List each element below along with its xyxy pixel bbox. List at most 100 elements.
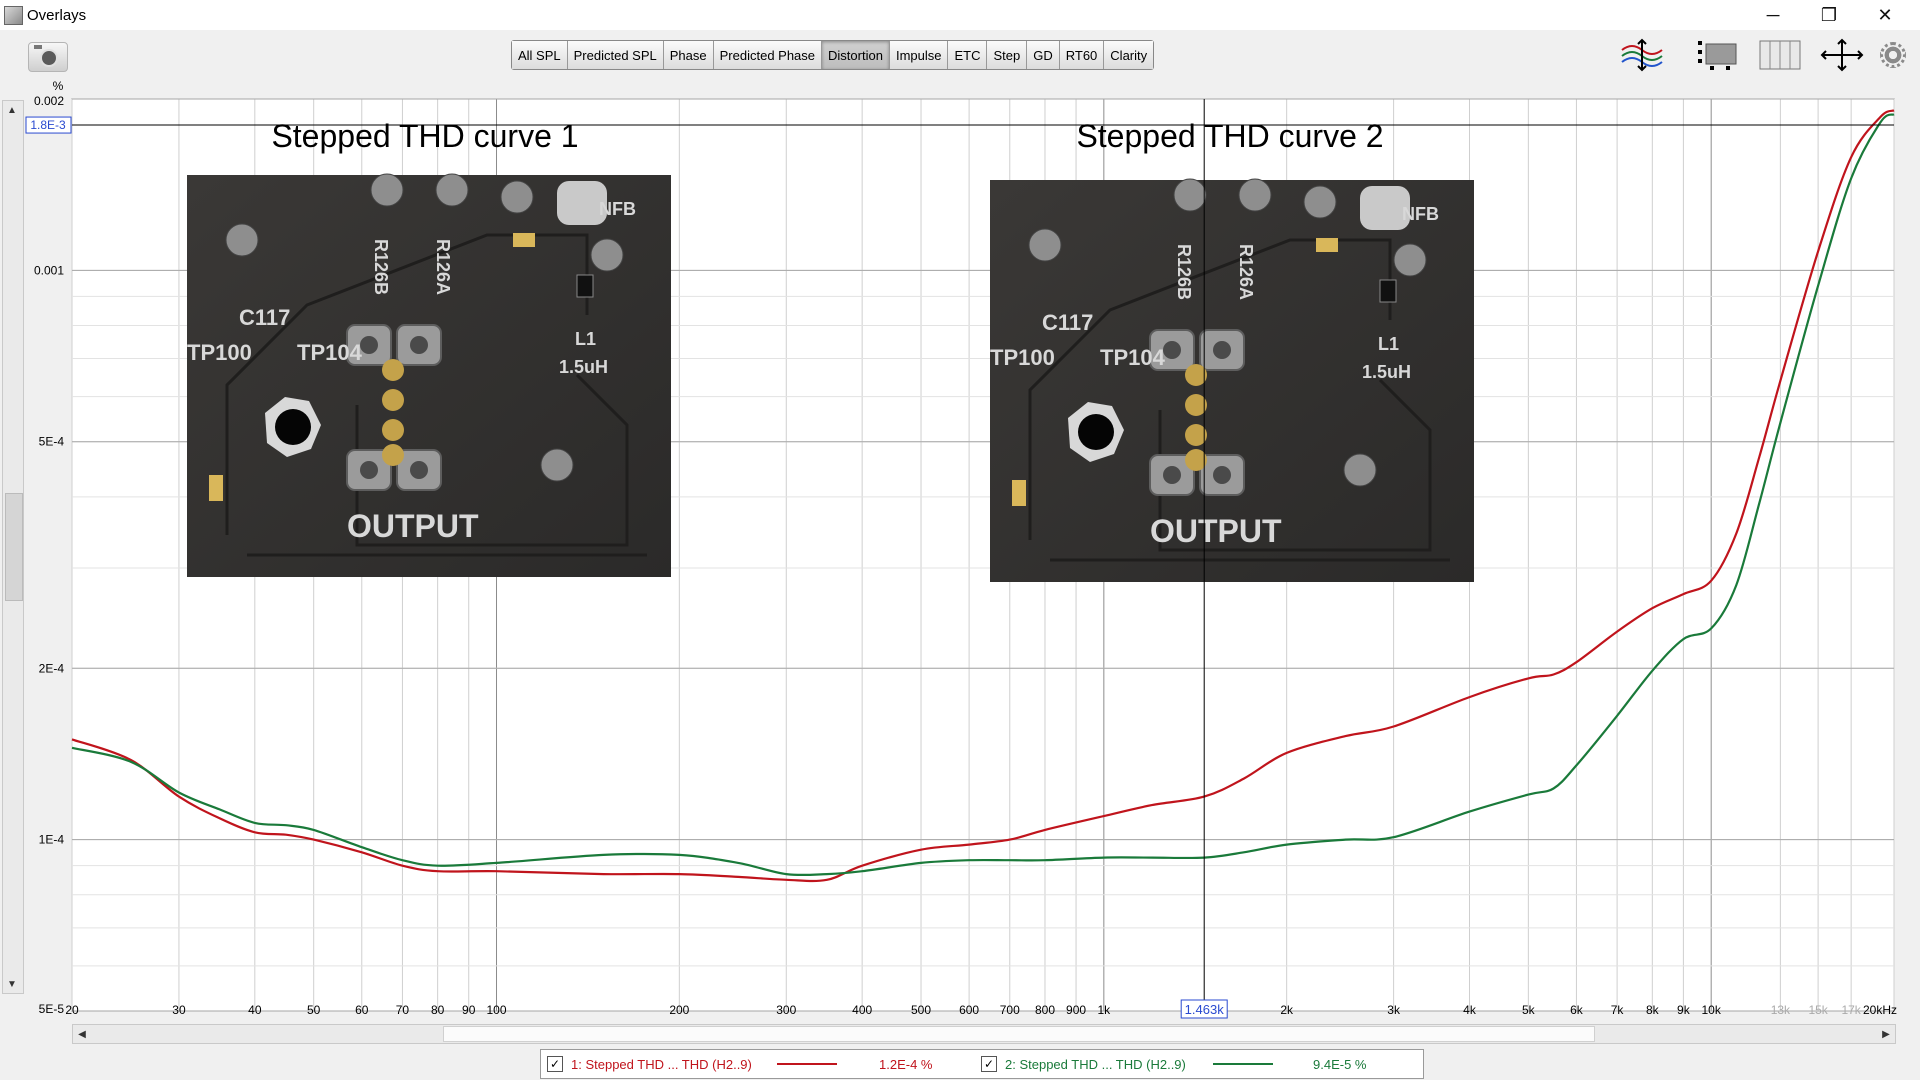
y-tick-label: 2E-4 (39, 661, 65, 675)
pcb-silkscreen-l1: L1 (1378, 334, 1399, 354)
title-bar: Overlays ─ ❐ ✕ (0, 0, 1920, 30)
y-tick-label: 5E-5 (39, 1002, 65, 1016)
pcb-silkscreen-tp100: TP100 (990, 345, 1055, 370)
pcb-silkscreen-tp100: TP100 (187, 340, 252, 365)
close-button[interactable]: ✕ (1857, 0, 1913, 30)
x-tick-label: 20 (65, 1003, 79, 1017)
horizontal-scroll-thumb[interactable] (443, 1026, 1595, 1042)
tab-all-spl[interactable]: All SPL (512, 41, 568, 69)
pcb-smd-part (1012, 480, 1026, 506)
trace-arrange-icon[interactable] (1620, 38, 1664, 72)
annotation-curve-1: Stepped THD curve 1 (271, 118, 578, 154)
pcb-silkscreen-nfb: NFB (1402, 204, 1439, 224)
graph-tabs: All SPL Predicted SPL Phase Predicted Phase… (511, 40, 1155, 70)
x-tick-label: 15k (1808, 1003, 1828, 1017)
cursor-y-readout: 1.8E-3 (25, 116, 72, 134)
x-tick-label: 200 (669, 1003, 689, 1017)
vertical-scroll-thumb[interactable] (5, 493, 23, 601)
x-tick-label: 7k (1611, 1003, 1625, 1017)
y-tick-label: 0.002 (34, 94, 64, 108)
x-tick-label: 60 (355, 1003, 369, 1017)
toolbar: All SPL Predicted SPL Phase Predicted Phase… (0, 30, 1920, 80)
legend-swatch-2 (1213, 1063, 1273, 1065)
pcb-component (500, 180, 534, 214)
legend-label-2: 2: Stepped THD ... THD (H2..9) (1005, 1056, 1186, 1072)
pcb-photo-2: C117 TP100 TP104 R126B R126A L1 1.5uH NFB OUTPUT (990, 178, 1474, 582)
pcb-silkscreen-tp104: TP104 (1100, 345, 1166, 370)
pcb-silkscreen-l1: L1 (575, 329, 596, 349)
tab-predicted-phase[interactable]: Predicted Phase (713, 41, 823, 69)
horizontal-scrollbar[interactable]: ◀ ▶ (72, 1024, 1896, 1044)
x-tick-label: 900 (1066, 1003, 1086, 1017)
pcb-smd-part (513, 233, 535, 247)
solder-pad-hole (1163, 341, 1181, 359)
gold-pad (382, 359, 404, 381)
pcb-silkscreen-c117: C117 (239, 305, 290, 330)
y-tick-label: 0.001 (34, 263, 64, 277)
pcb-component (1303, 185, 1337, 219)
pcb-silkscreen-r126b: R126B (1174, 244, 1194, 300)
x-tick-label: 1k (1097, 1003, 1111, 1017)
pcb-smd-part (1379, 279, 1397, 303)
legend-checkbox-1[interactable]: ✓ (547, 1056, 563, 1072)
pcb-component (1343, 453, 1377, 487)
legend: ✓ 1: Stepped THD ... THD (H2..9) 1.2E-4 … (540, 1049, 1424, 1079)
solder-pad-hole (410, 336, 428, 354)
pcb-component (540, 448, 574, 482)
pcb-silkscreen-r126a: R126A (1236, 244, 1256, 300)
scroll-down-icon[interactable]: ▼ (4, 976, 20, 992)
scroll-up-icon[interactable]: ▲ (4, 102, 20, 118)
restore-button[interactable]: ❐ (1801, 0, 1857, 30)
x-tick-label: 100 (486, 1003, 506, 1017)
pcb-smd-part (209, 475, 223, 501)
distortion-plot[interactable]: 0.002 0.001 5E-4 2E-4 1E-4 5E-5 20 30 40 50 60 70 8… (0, 80, 1920, 1080)
app-icon (4, 6, 23, 25)
pcb-silkscreen-c117: C117 (1042, 310, 1093, 335)
tab-predicted-spl[interactable]: Predicted SPL (567, 41, 664, 69)
pcb-component (590, 238, 624, 272)
tab-distortion[interactable]: Distortion (822, 41, 890, 69)
gold-pad (382, 419, 404, 441)
controls-panel-icon[interactable] (1696, 38, 1740, 72)
legend-checkbox-2[interactable]: ✓ (981, 1056, 997, 1072)
legend-item-1[interactable]: ✓ 1: Stepped THD ... THD (H2..9) (547, 1050, 752, 1078)
screenshot-camera-icon[interactable] (28, 42, 68, 72)
tab-impulse[interactable]: Impulse (889, 41, 949, 69)
columns-icon[interactable] (1758, 38, 1802, 72)
x-tick-label: 500 (911, 1003, 931, 1017)
x-tick-label: 90 (462, 1003, 476, 1017)
svg-text:1.8E-3: 1.8E-3 (30, 118, 66, 132)
gear-icon[interactable] (1880, 42, 1906, 68)
tab-gd[interactable]: GD (1027, 41, 1060, 69)
solder-pad-hole (1213, 341, 1231, 359)
gold-pad (382, 444, 404, 466)
tab-phase[interactable]: Phase (663, 41, 714, 69)
legend-value-1: 1.2E-4 % (879, 1057, 933, 1072)
pcb-silkscreen-nfb: NFB (599, 199, 636, 219)
x-tick-label: 70 (396, 1003, 410, 1017)
x-tick-label: 9k (1677, 1003, 1691, 1017)
legend-value-2: 9.4E-5 % (1313, 1057, 1367, 1072)
tab-rt60[interactable]: RT60 (1059, 41, 1105, 69)
y-tick-label: 1E-4 (39, 833, 65, 847)
tab-step[interactable]: Step (987, 41, 1028, 69)
pcb-component (1028, 228, 1062, 262)
pcb-silkscreen-output: OUTPUT (1150, 513, 1282, 549)
minimize-button[interactable]: ─ (1745, 0, 1801, 30)
legend-item-2[interactable]: ✓ 2: Stepped THD ... THD (H2..9) (981, 1050, 1186, 1078)
tab-clarity[interactable]: Clarity (1104, 41, 1154, 69)
x-tick-label: 600 (959, 1003, 979, 1017)
tab-etc[interactable]: ETC (948, 41, 988, 69)
fit-arrows-icon[interactable] (1820, 38, 1864, 72)
solder-pad-hole (1163, 466, 1181, 484)
vertical-scrollbar[interactable]: ▲ ▼ (2, 100, 24, 994)
mounting-hole-center (275, 409, 311, 445)
x-tick-label: 400 (852, 1003, 872, 1017)
scroll-right-icon[interactable]: ▶ (1878, 1026, 1894, 1042)
pcb-component (1393, 243, 1427, 277)
pcb-silkscreen-tp104: TP104 (297, 340, 363, 365)
x-tick-label: 17k (1841, 1003, 1861, 1017)
scroll-left-icon[interactable]: ◀ (74, 1026, 90, 1042)
pcb-component (370, 173, 404, 207)
x-tick-label: 300 (776, 1003, 796, 1017)
